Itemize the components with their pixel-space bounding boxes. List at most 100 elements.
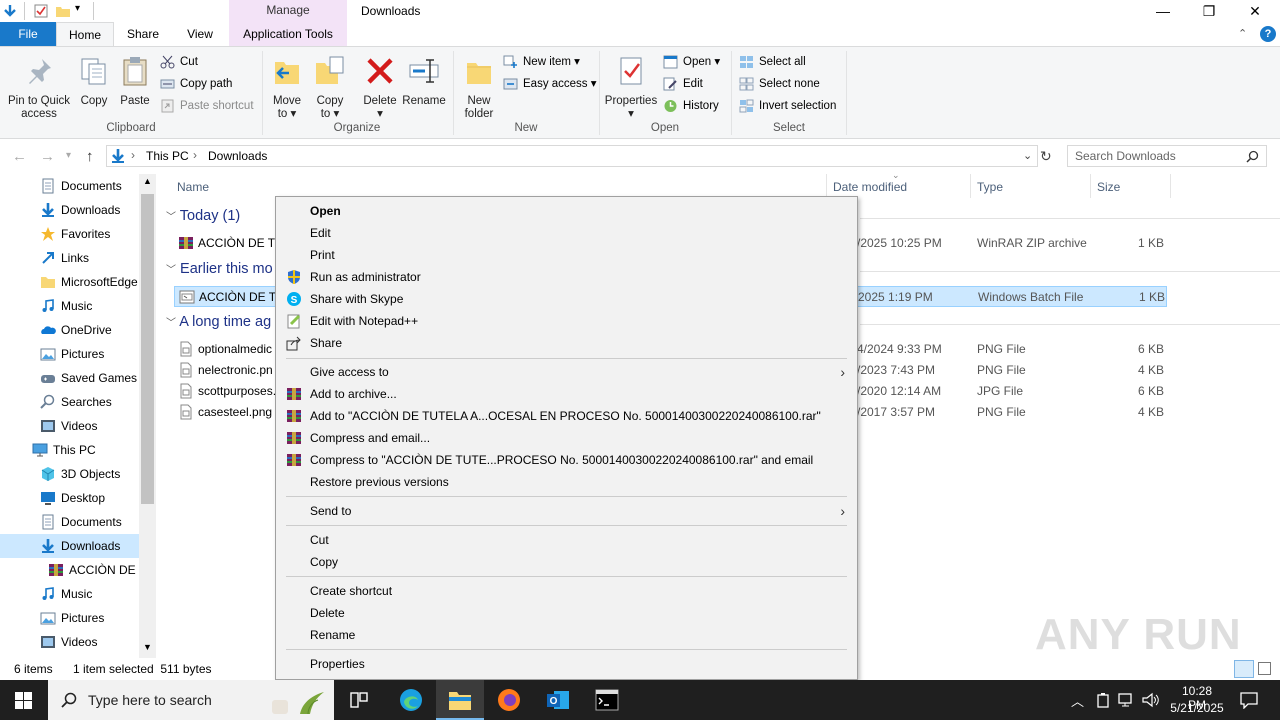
column-header-name[interactable]: Name — [177, 180, 209, 194]
nav-scroll-thumb[interactable] — [141, 194, 154, 504]
downloads-arrow-icon[interactable] — [2, 3, 18, 19]
column-header-type[interactable]: Type — [977, 180, 1003, 194]
menu-item-compress-rar-email[interactable]: Compress to "ACCIÒN DE TUTE...PROCESO No… — [276, 449, 857, 471]
menu-item-notepadpp[interactable]: Edit with Notepad++ — [276, 310, 857, 332]
pin-to-quick-access-button[interactable]: Pin to Quick access — [4, 55, 74, 121]
large-icons-view-icon[interactable] — [1258, 662, 1271, 675]
cut-button[interactable]: Cut — [160, 52, 198, 72]
menu-item-rename[interactable]: Rename — [276, 624, 857, 646]
help-icon[interactable]: ? — [1260, 26, 1276, 42]
back-arrow-icon[interactable]: ← — [12, 148, 27, 165]
menu-item-properties[interactable]: Properties — [276, 653, 857, 675]
nav-item-microsoftedge[interactable]: MicrosoftEdge — [40, 270, 139, 294]
taskbar-app-cmd[interactable] — [583, 680, 631, 720]
refresh-icon[interactable]: ↻ — [1040, 148, 1052, 165]
task-view-icon[interactable] — [350, 692, 368, 708]
paste-shortcut-button[interactable]: Paste shortcut — [160, 96, 254, 116]
show-hidden-icons[interactable]: ︿ — [1071, 691, 1084, 710]
nav-item-this-pc[interactable]: This PC — [32, 438, 139, 462]
menu-item-add-to-archive[interactable]: Add to archive... — [276, 383, 857, 405]
delete-button[interactable]: Delete ▾ — [360, 55, 400, 121]
nav-item-downloads[interactable]: Downloads — [0, 534, 139, 558]
menu-item-give-access[interactable]: Give access to › — [276, 361, 857, 383]
search-input[interactable]: Search Downloads — [1067, 145, 1267, 167]
paste-button[interactable]: Paste — [118, 55, 152, 108]
properties-quick-icon[interactable] — [33, 3, 49, 19]
nav-item-videos[interactable]: Videos — [40, 630, 139, 654]
group-today[interactable]: ﹀ Today (1) — [166, 208, 240, 224]
scroll-down-icon[interactable]: ▼ — [143, 642, 152, 652]
nav-item-music[interactable]: Music — [40, 294, 139, 318]
rename-button[interactable]: Rename — [401, 55, 447, 108]
move-to-button[interactable]: Move to ▾ — [268, 55, 306, 121]
column-separator[interactable] — [970, 174, 971, 198]
recent-locations-icon[interactable]: ▾ — [66, 150, 71, 161]
new-item-button[interactable]: New item ▾ — [503, 52, 580, 72]
select-all-button[interactable]: Select all — [739, 52, 806, 72]
menu-item-create-shortcut[interactable]: Create shortcut — [276, 580, 857, 602]
nav-item-favorites[interactable]: Favorites — [40, 222, 139, 246]
nav-item-searches[interactable]: Searches — [40, 390, 139, 414]
select-none-button[interactable]: Select none — [739, 74, 820, 94]
group-earlier-this-month[interactable]: ﹀ Earlier this mo — [166, 261, 273, 277]
manage-tab-title[interactable]: Manage — [229, 3, 347, 17]
column-separator[interactable] — [1170, 174, 1171, 198]
column-separator[interactable] — [826, 174, 827, 198]
minimize-button[interactable]: — — [1140, 0, 1186, 22]
scroll-up-icon[interactable]: ▲ — [143, 176, 152, 186]
maximize-button[interactable]: ❐ — [1186, 0, 1232, 22]
edit-button[interactable]: Edit — [663, 74, 703, 94]
properties-button[interactable]: Properties ▾ — [603, 55, 659, 121]
menu-item-share[interactable]: Share — [276, 332, 857, 354]
copy-path-button[interactable]: Copy path — [160, 74, 232, 94]
taskbar-app-firefox[interactable] — [485, 680, 533, 720]
address-bar[interactable]: › This PC › Downloads ⌄ — [106, 145, 1038, 167]
notifications-icon[interactable] — [1240, 691, 1258, 709]
copy-button[interactable]: Copy — [77, 55, 111, 108]
menu-item-copy[interactable]: Copy — [276, 551, 857, 573]
nav-item-acci-n-de-t[interactable]: ACCIÒN DE T — [48, 558, 139, 582]
tab-home[interactable]: Home — [56, 22, 114, 46]
nav-item-links[interactable]: Links — [40, 246, 139, 270]
taskbar-search-box[interactable]: Type here to search — [48, 680, 334, 720]
group-long-time-ago[interactable]: ﹀ A long time ag — [166, 314, 271, 330]
taskbar-app-outlook[interactable]: O — [534, 680, 582, 720]
invert-selection-button[interactable]: Invert selection — [739, 96, 836, 116]
open-button[interactable]: Open ▾ — [663, 52, 720, 72]
breadcrumb-downloads[interactable]: Downloads — [208, 149, 267, 163]
new-folder-quick-icon[interactable] — [55, 3, 71, 19]
taskbar-app-edge[interactable] — [387, 680, 435, 720]
clock-date[interactable]: 5/21/2025 — [1167, 701, 1227, 715]
tab-application-tools[interactable]: Application Tools — [229, 22, 347, 46]
history-button[interactable]: History — [663, 96, 719, 116]
forward-arrow-icon[interactable]: → — [40, 148, 55, 165]
nav-item-music[interactable]: Music — [40, 582, 139, 606]
nav-item-videos[interactable]: Videos — [40, 414, 139, 438]
copy-to-button[interactable]: Copy to ▾ — [312, 55, 348, 121]
menu-item-run-as-admin[interactable]: Run as administrator — [276, 266, 857, 288]
nav-item-onedrive[interactable]: OneDrive — [40, 318, 139, 342]
menu-item-cut[interactable]: Cut — [276, 529, 857, 551]
menu-item-send-to[interactable]: Send to › — [276, 500, 857, 522]
column-header-date[interactable]: Date modified — [833, 180, 907, 194]
volume-icon[interactable] — [1142, 692, 1160, 708]
taskbar-app-file-explorer[interactable] — [436, 680, 484, 720]
close-button[interactable]: ✕ — [1232, 0, 1278, 22]
menu-item-edit[interactable]: Edit — [276, 222, 857, 244]
menu-item-compress-email[interactable]: Compress and email... — [276, 427, 857, 449]
menu-item-add-to-rar[interactable]: Add to "ACCIÒN DE TUTELA A...OCESAL EN P… — [276, 405, 857, 427]
nav-item-saved-games[interactable]: Saved Games — [40, 366, 139, 390]
nav-scrollbar[interactable]: ▲ ▼ — [139, 174, 156, 658]
collapse-ribbon-icon[interactable]: ⌃ — [1238, 27, 1247, 40]
battery-icon[interactable] — [1096, 692, 1110, 708]
tab-view[interactable]: View — [172, 22, 228, 46]
nav-item-desktop[interactable]: Desktop — [40, 486, 139, 510]
tab-share[interactable]: Share — [114, 22, 172, 46]
menu-item-delete[interactable]: Delete — [276, 602, 857, 624]
nav-item-pictures[interactable]: Pictures — [40, 342, 139, 366]
nav-item-pictures[interactable]: Pictures — [40, 606, 139, 630]
nav-item-3d-objects[interactable]: 3D Objects — [40, 462, 139, 486]
menu-item-restore-versions[interactable]: Restore previous versions — [276, 471, 857, 493]
windows-start-icon[interactable] — [15, 692, 32, 709]
customize-quick-access-icon[interactable]: ▾ — [75, 3, 80, 14]
